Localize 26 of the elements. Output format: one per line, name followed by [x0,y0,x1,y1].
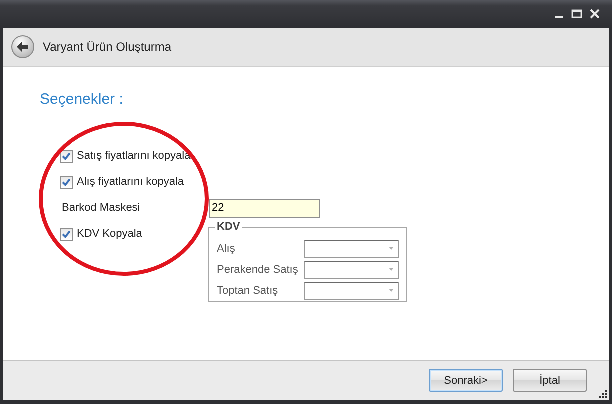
resize-grip-icon[interactable] [599,390,607,398]
caret-icon [389,268,394,271]
page-title: Varyant Ürün Oluşturma [43,40,172,54]
close-icon[interactable] [589,8,601,20]
maximize-icon[interactable] [571,8,583,20]
checkbox-label: Alış fiyatlarını kopyala [77,176,184,188]
dialog-button[interactable]: İptal [513,369,587,392]
back-icon[interactable] [11,35,35,59]
caret-icon [389,289,394,292]
dropdown[interactable] [304,260,399,278]
checkbox[interactable] [60,228,73,240]
field-label: Barkod Maskesi [61,202,142,214]
dropdown[interactable] [304,240,399,258]
caret-icon [389,247,394,250]
group-title: KDV [215,221,242,233]
checkbox-label: KDV Kopyala [77,228,142,240]
checkbox[interactable] [60,176,73,188]
dropdown[interactable] [304,282,399,300]
field-label: Toptan Satış [217,284,280,296]
field-label: Alış [217,242,236,254]
input-field[interactable]: 22 [209,198,320,218]
checkbox-label: Satış fiyatlarını kopyala [77,150,191,162]
section-title: Seçenekler : [40,91,124,110]
dialog-button[interactable]: Sonraki> [429,369,503,392]
field-label: Perakende Satış [217,264,300,276]
checkbox[interactable] [60,150,73,162]
